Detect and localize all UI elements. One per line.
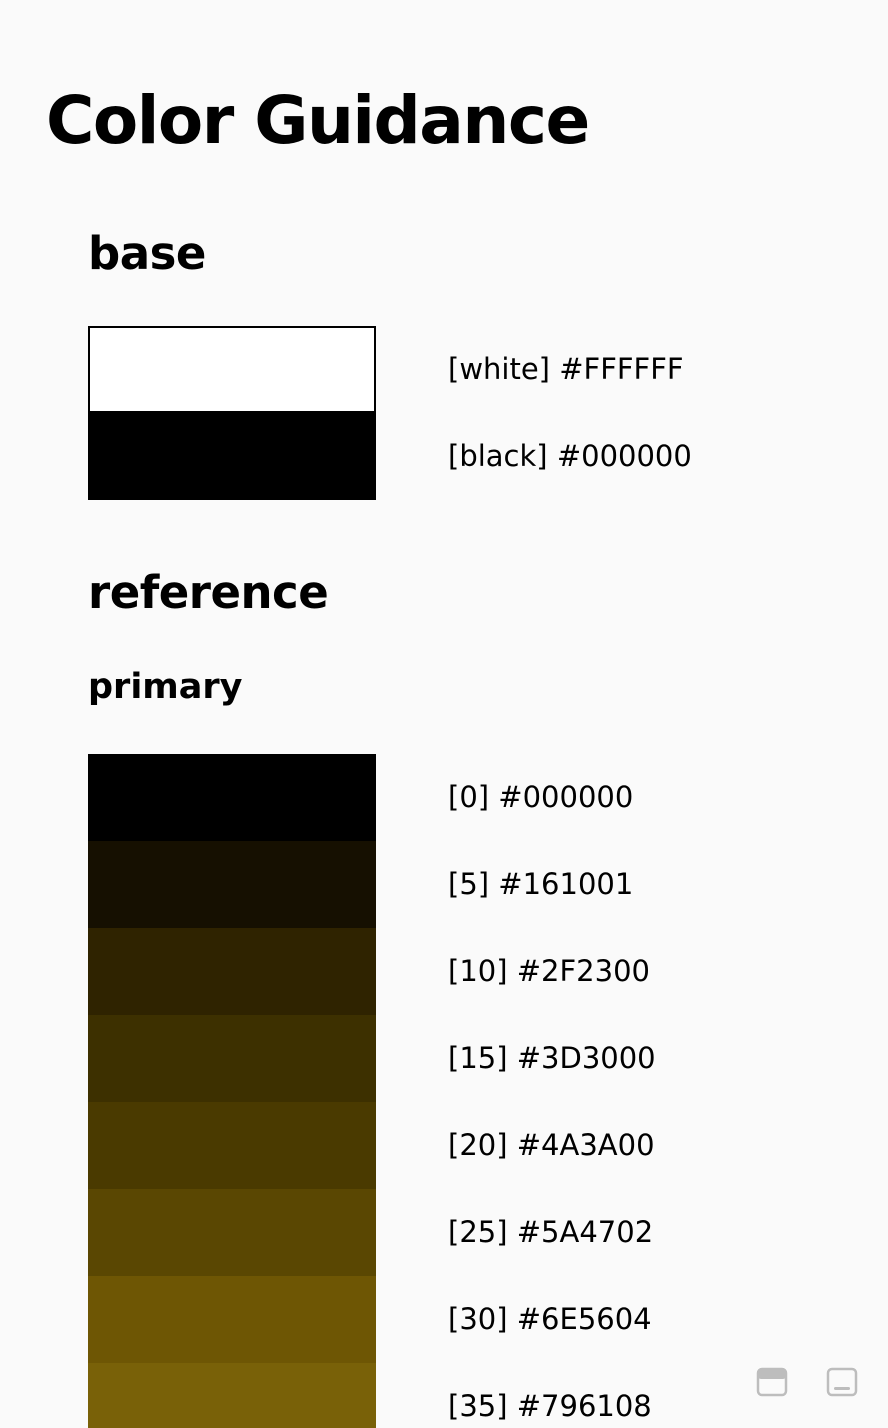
swatch-box-primary-25 (88, 1189, 376, 1276)
swatch-row-primary-0: [0] #000000 (88, 754, 788, 841)
swatch-row-primary-35: [35] #796108 (88, 1363, 788, 1428)
swatch-label-primary-10: [10] #2F2300 (448, 954, 650, 988)
swatch-row-primary-30: [30] #6E5604 (88, 1276, 788, 1363)
swatch-row-black: [black] #000000 (88, 413, 788, 500)
swatch-label-primary-35: [35] #796108 (448, 1389, 652, 1423)
swatch-label-primary-30: [30] #6E5604 (448, 1302, 652, 1336)
section-title-reference: reference (88, 566, 329, 619)
swatch-box-primary-15 (88, 1015, 376, 1102)
swatch-row-primary-20: [20] #4A3A00 (88, 1102, 788, 1189)
swatch-label-primary-25: [25] #5A4702 (448, 1215, 654, 1249)
swatch-row-primary-15: [15] #3D3000 (88, 1015, 788, 1102)
swatch-row-primary-10: [10] #2F2300 (88, 928, 788, 1015)
swatch-box-primary-5 (88, 841, 376, 928)
bottom-bar-toggle-button[interactable] (826, 1366, 858, 1398)
swatch-label-primary-5: [5] #161001 (448, 867, 634, 901)
swatch-label-black: [black] #000000 (448, 439, 692, 473)
swatch-label-primary-15: [15] #3D3000 (448, 1041, 656, 1075)
top-bar-toggle-button[interactable] (756, 1366, 788, 1398)
swatch-box-white (88, 326, 376, 413)
swatch-box-primary-35 (88, 1363, 376, 1428)
swatch-label-primary-20: [20] #4A3A00 (448, 1128, 655, 1162)
primary-swatch-list: [0] #000000 [5] #161001 [10] #2F2300 [15… (88, 754, 788, 1428)
base-swatch-list: [white] #FFFFFF [black] #000000 (88, 326, 788, 500)
subsection-title-primary: primary (88, 667, 243, 707)
swatch-box-primary-0 (88, 754, 376, 841)
page-title: Color Guidance (46, 82, 590, 159)
swatch-label-white: [white] #FFFFFF (448, 352, 684, 386)
swatch-box-black (88, 413, 376, 500)
bottom-bar-toggle-icon (826, 1367, 858, 1397)
section-title-base: base (88, 227, 206, 280)
swatch-box-primary-20 (88, 1102, 376, 1189)
top-bar-toggle-icon (756, 1367, 788, 1397)
swatch-row-primary-25: [25] #5A4702 (88, 1189, 788, 1276)
swatch-label-primary-0: [0] #000000 (448, 780, 634, 814)
swatch-box-primary-10 (88, 928, 376, 1015)
swatch-row-white: [white] #FFFFFF (88, 326, 788, 413)
swatch-box-primary-30 (88, 1276, 376, 1363)
swatch-row-primary-5: [5] #161001 (88, 841, 788, 928)
